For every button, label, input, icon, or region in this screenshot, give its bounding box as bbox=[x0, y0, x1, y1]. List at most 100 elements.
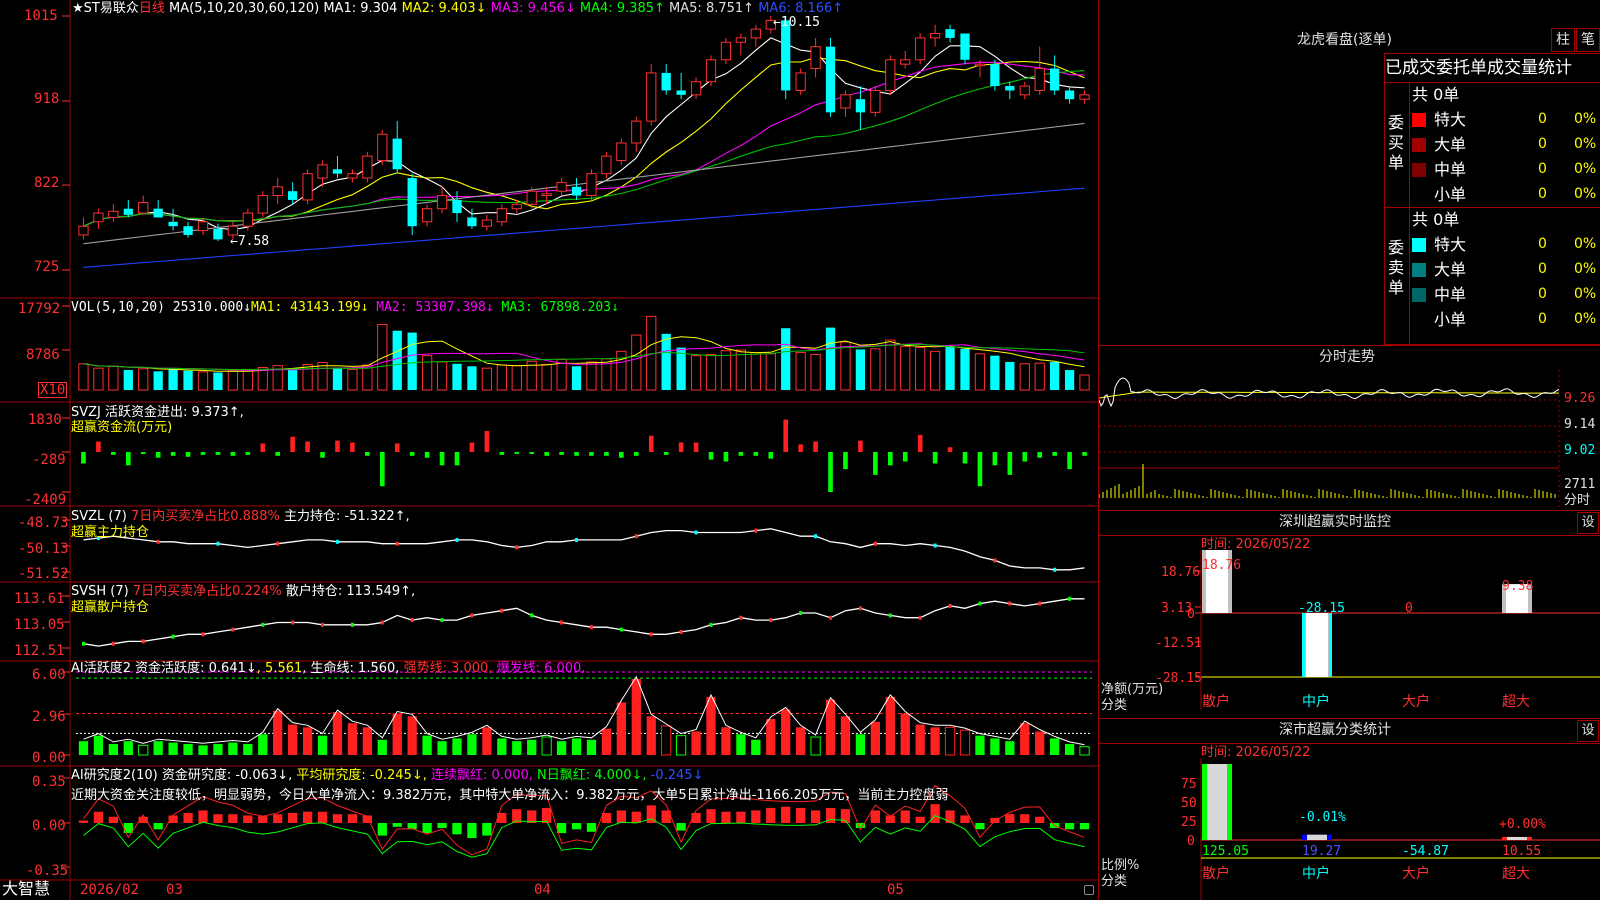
order-table: 已成交委托单成交量统计 委买单 共 0单 特大 0 0% 大单 0 0% 中单 0 0% 小单 0 0%… bbox=[1384, 53, 1600, 345]
period-label[interactable]: 日线 bbox=[139, 1, 165, 16]
volume-bar bbox=[213, 372, 223, 390]
volume-bar bbox=[631, 334, 642, 391]
research-bar bbox=[960, 815, 970, 823]
candle bbox=[646, 72, 657, 122]
pen-view-button[interactable]: 笔 bbox=[1576, 28, 1600, 52]
classify-value: 19.27 bbox=[1302, 844, 1341, 859]
high-price-label: ←10.15 bbox=[773, 15, 820, 30]
activity-bar bbox=[736, 734, 746, 755]
classify-bar-highlight bbox=[1507, 836, 1527, 840]
candle bbox=[407, 178, 417, 227]
color-swatch bbox=[1412, 137, 1426, 152]
intraday-vol-label: 2711 bbox=[1564, 477, 1596, 492]
research-bar bbox=[751, 810, 761, 823]
fundflow-bar bbox=[947, 447, 953, 452]
tab-orders[interactable]: 委托单 bbox=[1436, 58, 1487, 78]
x-axis-label: 04 bbox=[534, 882, 551, 898]
sell-row[interactable]: 特大 0 0% bbox=[1410, 232, 1600, 257]
vol-unit-label: X10 bbox=[38, 382, 68, 398]
volume-bar bbox=[377, 323, 388, 391]
classify-y-label: 0 bbox=[1187, 834, 1195, 849]
activity-bar bbox=[646, 716, 656, 755]
ai-research-title: AI研究度2(10) bbox=[71, 768, 158, 783]
ai-research-avg: 平均研究度: -0.245↓, bbox=[296, 768, 427, 783]
activity-bar bbox=[870, 721, 880, 755]
candle bbox=[138, 202, 149, 214]
fundflow-bar bbox=[514, 452, 520, 454]
fundflow-bar bbox=[111, 452, 116, 455]
buy-row[interactable]: 中单 0 0% bbox=[1410, 157, 1600, 182]
volume-bar bbox=[720, 350, 732, 391]
bar-view-button[interactable]: 柱 bbox=[1551, 28, 1575, 52]
fundflow-bar bbox=[708, 452, 714, 460]
ai-life-line: 生命线: 1.560, bbox=[310, 661, 400, 676]
row-label: 特大 bbox=[1434, 110, 1467, 129]
svsh-title: SVSH (7) bbox=[71, 584, 129, 599]
sz-classify-ylabel: 比例% bbox=[1101, 858, 1140, 873]
sz-classify-settings-button[interactable]: 设 bbox=[1577, 720, 1599, 742]
buy-row[interactable]: 特大 0 0% bbox=[1410, 107, 1600, 132]
holding-marker bbox=[350, 622, 354, 627]
buy-row[interactable]: 小单 0 0% bbox=[1410, 182, 1600, 207]
sell-row[interactable]: 小单 0 0% bbox=[1410, 307, 1600, 332]
candle bbox=[153, 208, 163, 218]
buy-side-label-box: 委买单 bbox=[1385, 83, 1410, 208]
x-axis-label: 2026/02 bbox=[80, 882, 140, 898]
holding-marker bbox=[978, 601, 982, 606]
intraday-chart[interactable] bbox=[1099, 370, 1600, 510]
holding-marker bbox=[769, 618, 773, 623]
ai-research-y-label: -0.35 bbox=[26, 863, 69, 879]
svzl-y-label: -51.52 bbox=[18, 566, 69, 582]
research-bar bbox=[1079, 823, 1090, 830]
main-chart-area[interactable]: ★ST易联众日线 MA(5,10,20,30,60,120) MA1: 9.30… bbox=[0, 0, 1098, 900]
buy-rows: 共 0单 特大 0 0% 大单 0 0% 中单 0 0% 小单 0 0% bbox=[1410, 83, 1600, 208]
holding-marker bbox=[440, 618, 444, 623]
sz-classify-xlabel: 分类 bbox=[1101, 874, 1128, 889]
volume-bar bbox=[929, 350, 941, 391]
fundflow-bar bbox=[768, 452, 774, 459]
tab-traded[interactable]: 已成交 bbox=[1385, 58, 1436, 78]
volume-bar bbox=[765, 353, 776, 391]
stock-name[interactable]: ST易联众 bbox=[84, 1, 139, 16]
volume-bar bbox=[1034, 362, 1045, 391]
research-bar bbox=[810, 810, 821, 823]
monitor-y-label: 18.76 bbox=[1161, 565, 1200, 580]
vol-y-label: 8786 bbox=[26, 347, 60, 363]
fundflow-bar bbox=[170, 452, 176, 456]
candle bbox=[123, 208, 133, 215]
sell-row[interactable]: 大单 0 0% bbox=[1410, 257, 1600, 282]
sz-monitor-settings-button[interactable]: 设 bbox=[1577, 512, 1599, 534]
research-bar bbox=[1020, 814, 1030, 823]
fundflow-bar bbox=[215, 452, 221, 455]
ai-active-value: 资金活跃度: 0.641↓ bbox=[135, 661, 257, 676]
holding-marker bbox=[694, 530, 698, 535]
tab-volume-stats[interactable]: 成交量统计 bbox=[1487, 58, 1572, 78]
main-chart-svg[interactable] bbox=[0, 0, 1098, 900]
activity-bar bbox=[751, 739, 761, 755]
row-count: 0 bbox=[1538, 261, 1547, 277]
volume-bar bbox=[586, 361, 597, 391]
volume-bar bbox=[496, 364, 507, 391]
svsh-ratio: 7日内买卖净占比0.224% bbox=[132, 584, 282, 599]
activity-bar bbox=[213, 743, 223, 755]
holding-marker bbox=[1038, 601, 1042, 606]
fundflow-bar bbox=[125, 452, 131, 466]
monitor-bar bbox=[1302, 613, 1332, 677]
volume-bar bbox=[481, 367, 493, 391]
buy-row[interactable]: 大单 0 0% bbox=[1410, 132, 1600, 157]
holding-marker bbox=[709, 622, 713, 627]
fundflow-bar bbox=[484, 431, 490, 452]
activity-bar bbox=[302, 727, 313, 755]
fundflow-bar bbox=[604, 452, 609, 456]
research-bar bbox=[153, 823, 163, 830]
volume-bar bbox=[855, 349, 866, 390]
volume-bar bbox=[332, 367, 343, 390]
lock-icon[interactable] bbox=[1084, 885, 1094, 895]
volume-bar bbox=[945, 346, 955, 390]
ai-active-y-label: 2.96 bbox=[32, 709, 66, 725]
candle bbox=[93, 212, 104, 223]
sell-row[interactable]: 中单 0 0% bbox=[1410, 282, 1600, 307]
svzl-y-label: -48.73 bbox=[18, 515, 69, 531]
volume-bar bbox=[242, 368, 253, 391]
vol-ma1: MA1: 43143.199↓ bbox=[251, 300, 369, 315]
